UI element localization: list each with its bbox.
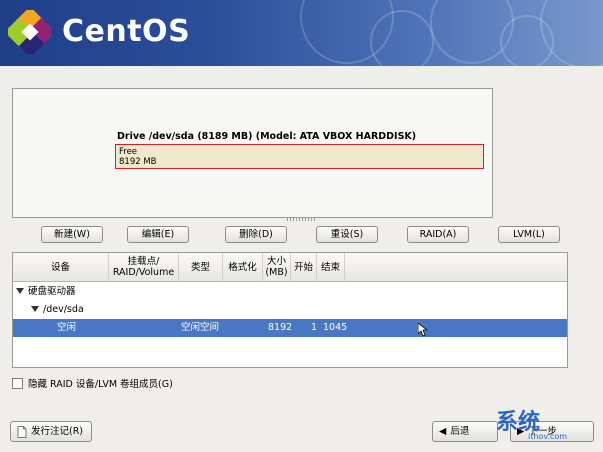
release-notes-button[interactable]: 发行注记(R): [10, 421, 92, 442]
col-size[interactable]: 大小 (MB): [263, 253, 291, 281]
free-size: 8192 MB: [119, 157, 157, 167]
drive-title: Drive /dev/sda (8189 MB) (Model: ATA VBO…: [117, 131, 417, 142]
edit-button[interactable]: 编辑(E): [127, 226, 189, 243]
centos-logo-text: CentOS: [62, 14, 191, 49]
group-label: 硬盘驱动器: [28, 286, 76, 297]
row-device: 空闲: [57, 322, 77, 333]
col-end[interactable]: 结束: [317, 253, 345, 281]
free-space-block[interactable]: Free 8192 MB: [115, 144, 484, 169]
pane-resize-handle[interactable]: [287, 218, 315, 221]
table-header: 设备 挂载点/ RAID/Volume 类型 格式化 大小 (MB) 开始 结束: [13, 253, 567, 282]
arrow-left-icon: ◀: [439, 426, 447, 437]
expander-down-icon[interactable]: [16, 288, 24, 294]
col-start[interactable]: 开始: [291, 253, 317, 281]
hide-raid-option[interactable]: 隐藏 RAID 设备/LVM 卷组成员(G): [12, 376, 173, 390]
expander-down-icon[interactable]: [31, 306, 39, 312]
header-banner: CentOS: [0, 0, 603, 66]
release-notes-label: 发行注记(R): [31, 426, 84, 437]
mouse-pointer-icon: [418, 323, 428, 337]
col-type[interactable]: 类型: [179, 253, 223, 281]
lvm-button[interactable]: LVM(L): [498, 226, 560, 243]
hide-raid-checkbox[interactable]: [12, 377, 23, 389]
col-format[interactable]: 格式化: [223, 253, 263, 281]
new-button[interactable]: 新建(W): [41, 226, 103, 243]
col-device[interactable]: 设备: [13, 253, 109, 281]
watermark-url: ithov.com: [528, 432, 568, 441]
row-start: 1: [311, 322, 318, 333]
back-button[interactable]: ◀ 后退: [432, 421, 498, 442]
centos-logo-icon: [8, 10, 52, 54]
document-icon: [17, 425, 27, 438]
raid-button[interactable]: RAID(A): [407, 226, 469, 243]
row-size: 8192: [268, 322, 293, 333]
free-label: Free: [119, 147, 138, 157]
table-row[interactable]: 空闲 空闲空间 8192 1 1045: [13, 319, 567, 337]
col-mount[interactable]: 挂载点/ RAID/Volume: [109, 253, 179, 281]
back-label: 后退: [450, 426, 470, 437]
tree-row-hard-drives[interactable]: 硬盘驱动器: [13, 283, 567, 301]
delete-button[interactable]: 删除(D): [225, 226, 287, 243]
row-type: 空闲空间: [181, 322, 220, 333]
partition-table: 设备 挂载点/ RAID/Volume 类型 格式化 大小 (MB) 开始 结束…: [12, 252, 568, 368]
hide-raid-label: 隐藏 RAID 设备/LVM 卷组成员(G): [28, 379, 173, 390]
disk-label: /dev/sda: [43, 304, 84, 315]
row-end: 1045: [323, 322, 348, 333]
tree-row-disk[interactable]: /dev/sda: [13, 301, 567, 319]
reset-button[interactable]: 重设(S): [316, 226, 378, 243]
